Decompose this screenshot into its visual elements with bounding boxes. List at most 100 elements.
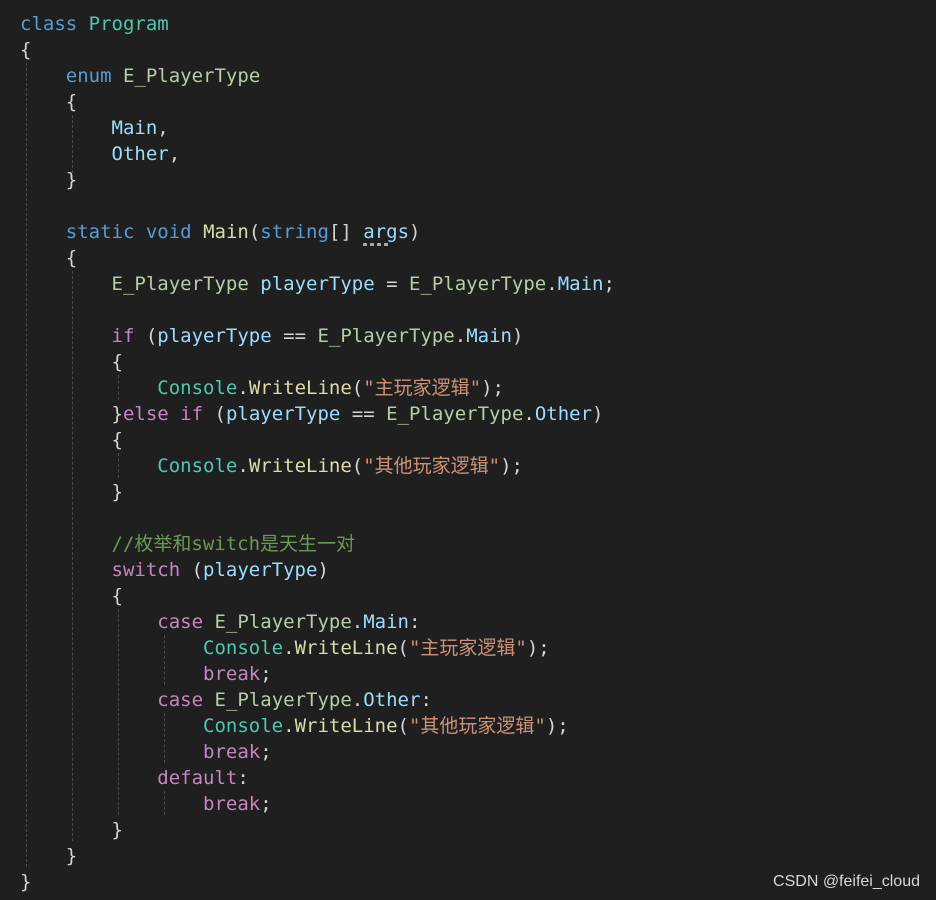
code-token: Main	[466, 325, 512, 347]
code-token: )	[592, 403, 604, 425]
code-token: []	[328, 221, 364, 243]
code-line: }	[20, 167, 77, 193]
code-token: ==	[271, 325, 318, 347]
code-token: Console	[203, 715, 284, 737]
code-token: Main	[363, 611, 409, 633]
code-token: :	[237, 767, 249, 789]
code-token: .	[237, 455, 249, 477]
code-token: .	[237, 377, 249, 399]
code-token: E_PlayerType	[317, 325, 455, 347]
code-token: Main	[203, 221, 249, 243]
code-line: break;	[20, 791, 272, 817]
code-line: switch (playerType)	[20, 557, 329, 583]
code-token: void	[145, 221, 192, 243]
code-line: {	[20, 583, 123, 609]
code-line: {	[20, 349, 123, 375]
code-token: }	[20, 403, 123, 425]
code-token: playerType	[260, 273, 375, 295]
code-token: Other	[363, 689, 421, 711]
code-token: (	[203, 403, 226, 425]
code-token: else	[122, 403, 169, 425]
code-line: Console.WriteLine("主玩家逻辑");	[20, 635, 550, 661]
code-token: enum	[65, 65, 112, 87]
code-token: .	[351, 689, 364, 711]
code-token: {	[20, 429, 123, 451]
code-token: )	[511, 325, 524, 347]
code-token: class	[20, 13, 78, 35]
code-token: Other	[534, 403, 593, 425]
code-token: ==	[340, 403, 387, 425]
code-token: E_PlayerType	[214, 689, 352, 711]
code-line: //枚举和switch是天生一对	[20, 531, 356, 557]
code-line: if (playerType == E_PlayerType.Main)	[20, 323, 524, 349]
code-line: default:	[20, 765, 249, 791]
code-token: E_PlayerType	[214, 611, 352, 633]
code-line: break;	[20, 739, 272, 765]
code-line: Main,	[20, 115, 169, 141]
code-token: )	[317, 559, 329, 581]
code-token: .	[546, 273, 558, 295]
code-token: ;	[603, 273, 615, 295]
code-line: {	[20, 37, 31, 63]
code-line: case E_PlayerType.Other:	[20, 687, 432, 713]
code-token: break	[203, 793, 261, 815]
code-editor[interactable]: class Program{ enum E_PlayerType { Main,…	[0, 0, 936, 900]
code-token: "其他玩家逻辑"	[363, 455, 501, 477]
code-token: //枚举和switch是天生一对	[111, 533, 356, 555]
code-token: Program	[88, 13, 169, 35]
code-line: }	[20, 479, 123, 505]
code-token: .	[283, 637, 295, 659]
code-line: {	[20, 245, 77, 271]
code-token: (	[134, 325, 158, 347]
code-token: Main	[111, 117, 158, 139]
code-token: }	[20, 481, 123, 503]
code-token: "其他玩家逻辑"	[408, 715, 546, 737]
code-token: "主玩家逻辑"	[363, 377, 482, 399]
code-token: ;	[260, 741, 272, 763]
code-line: Console.WriteLine("主玩家逻辑");	[20, 375, 504, 401]
code-token: WriteLine	[294, 715, 398, 737]
code-token: E_PlayerType	[386, 403, 524, 425]
code-token: :	[409, 611, 421, 633]
code-token: default	[157, 767, 238, 789]
code-token: playerType	[203, 559, 318, 581]
code-line: }else if (playerType == E_PlayerType.Oth…	[20, 401, 604, 427]
code-token: static	[65, 221, 135, 243]
code-token: .	[454, 325, 467, 347]
code-line: case E_PlayerType.Main:	[20, 609, 420, 635]
code-token: ;	[260, 663, 272, 685]
code-line: class Program	[20, 11, 169, 37]
code-token: (	[351, 377, 364, 399]
code-line: E_PlayerType playerType = E_PlayerType.M…	[20, 271, 615, 297]
code-line: }	[20, 817, 123, 843]
code-token: ;	[260, 793, 272, 815]
code-line: Console.WriteLine("其他玩家逻辑");	[20, 713, 569, 739]
code-token: switch	[111, 559, 181, 581]
code-token: (	[397, 715, 409, 737]
code-token: (	[397, 637, 409, 659]
code-token: .	[283, 715, 295, 737]
code-line: break;	[20, 661, 272, 687]
code-token: ,	[157, 117, 169, 139]
code-token: (	[351, 455, 364, 477]
code-token: .	[523, 403, 535, 425]
code-token: case	[157, 611, 204, 633]
